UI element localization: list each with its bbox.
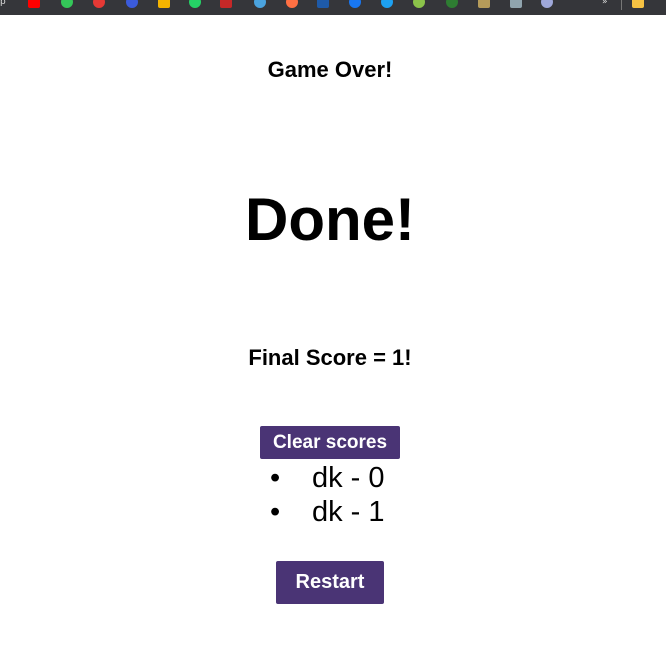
bookmark-lime-icon[interactable] [413,0,425,8]
bookmark-blue-icon[interactable] [126,0,138,8]
bookmark-red-icon[interactable] [93,0,105,8]
bookmarks-bar: p » [0,0,666,15]
youtube-icon[interactable] [28,0,40,8]
done-headline: Done! [245,186,415,253]
list-item: • dk - 0 [270,460,385,494]
bookmarks-divider [621,0,622,10]
bookmark-darkblue-icon[interactable] [317,0,329,8]
bookmark-grey-icon[interactable] [510,0,522,8]
list-item: • dk - 1 [270,494,385,528]
game-status-title: Game Over! [267,57,393,82]
folder-icon[interactable] [632,0,644,8]
score-entry: dk - 1 [312,496,385,528]
bookmark-label-fragment[interactable]: p [0,0,6,7]
chart-icon[interactable] [478,0,490,8]
whatsapp-icon[interactable] [189,0,201,8]
facebook-icon[interactable] [349,0,361,8]
final-score-text: Final Score = 1! [248,345,412,370]
restart-button[interactable]: Restart [276,561,384,604]
shield-icon[interactable] [446,0,458,8]
clear-scores-button[interactable]: Clear scores [260,426,400,459]
bullet-icon: • [270,496,281,528]
score-list: • dk - 0 • dk - 1 [270,460,385,528]
bullet-icon: • [270,462,281,494]
bookmark-orange-icon[interactable] [286,0,298,8]
bookmark-yellow-icon[interactable] [158,0,170,8]
bookmarks-overflow-button[interactable]: » [602,0,608,7]
bookmark-lightblue-icon[interactable] [254,0,266,8]
twitter-icon[interactable] [381,0,393,8]
score-entry: dk - 0 [312,462,385,494]
bookmark-green-icon[interactable] [61,0,73,8]
bookmark-purple-icon[interactable] [541,0,553,8]
sk-icon[interactable] [220,0,232,8]
